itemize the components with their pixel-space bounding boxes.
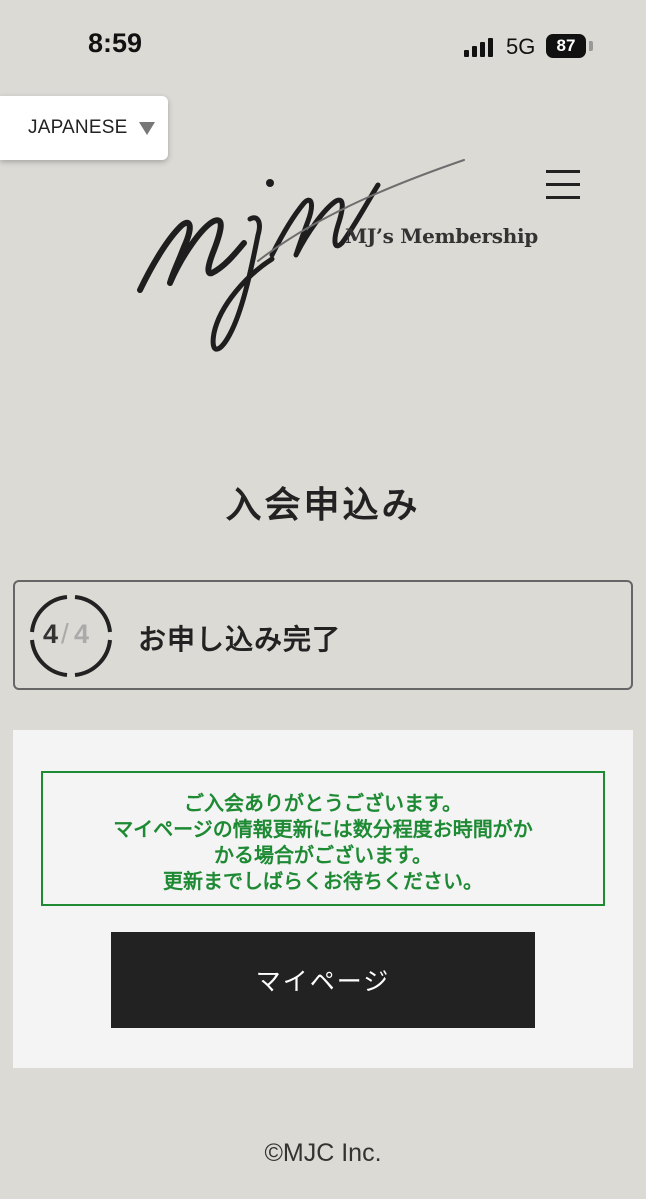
completion-notice: ご入会ありがとうございます。 マイページの情報更新には数分程度お時間がか かる場… <box>41 771 605 906</box>
step-current: 4 <box>43 619 59 649</box>
logo-subtitle: MJ’s Membership <box>345 224 538 248</box>
notice-line: ご入会ありがとうございます。 <box>184 791 462 815</box>
notice-line: マイページの情報更新には数分程度お時間がか <box>113 817 533 841</box>
signal-strength-icon <box>464 37 496 57</box>
menu-bar-icon <box>546 183 580 186</box>
step-label: お申し込み完了 <box>138 623 342 656</box>
page-title: 入会申込み <box>225 485 421 526</box>
status-bar: 8:59 5G 87 <box>0 0 646 90</box>
caret-down-icon <box>139 121 156 135</box>
mjm-logo-icon: mjm <box>137 159 465 352</box>
battery-tip <box>589 41 593 51</box>
step-separator: / <box>61 618 69 649</box>
step-indicator: 4 / 4 お申し込み完了 <box>13 580 633 690</box>
progress-ring-icon <box>30 595 112 677</box>
mypage-button[interactable]: マイページ <box>111 932 535 1028</box>
network-type: 5G <box>506 34 536 59</box>
menu-bar-icon <box>546 196 580 199</box>
battery-icon: 87 <box>546 34 586 58</box>
notice-line: かる場合がございます。 <box>214 843 432 867</box>
notice-line: 更新までしばらくお待ちください。 <box>163 869 483 893</box>
step-total: 4 <box>74 619 90 649</box>
menu-bar-icon <box>546 170 580 173</box>
completion-card: ご入会ありがとうございます。 マイページの情報更新には数分程度お時間がか かる場… <box>13 730 633 1068</box>
hamburger-menu-button[interactable] <box>546 170 580 200</box>
status-time: 8:59 <box>88 28 143 58</box>
footer-copyright: ©MJC Inc. <box>264 1139 382 1167</box>
language-select[interactable]: JAPANESE <box>0 96 168 160</box>
language-select-value: JAPANESE <box>28 117 128 138</box>
